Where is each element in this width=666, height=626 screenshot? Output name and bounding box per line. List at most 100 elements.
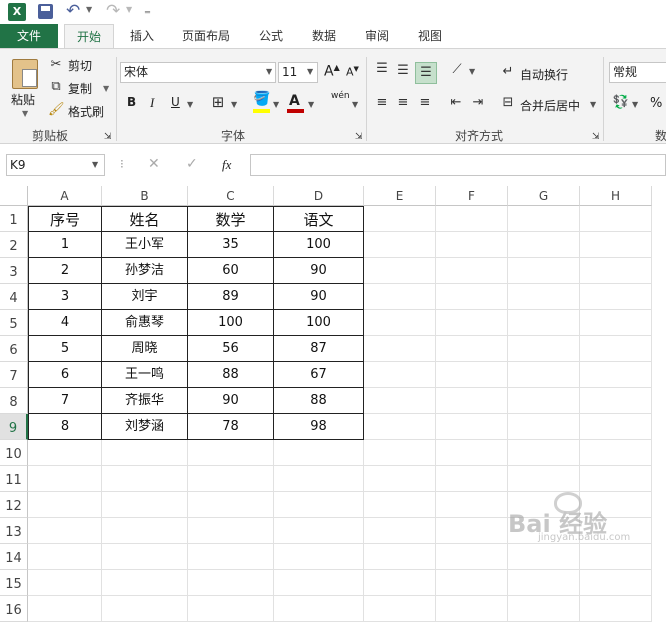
decrease-indent-icon[interactable]: ⇤ <box>448 95 464 111</box>
table-cell[interactable]: 俞惠琴 <box>102 310 188 336</box>
merge-center-button[interactable]: 合并后居中 <box>520 97 580 114</box>
table-cell[interactable] <box>508 544 580 570</box>
table-cell[interactable]: 齐振华 <box>102 388 188 414</box>
row-header-6[interactable]: 6 <box>0 336 28 362</box>
column-header-g[interactable]: G <box>508 186 580 206</box>
table-cell[interactable] <box>580 284 652 310</box>
table-cell[interactable]: 100 <box>188 310 274 336</box>
table-header-cell[interactable]: 姓名 <box>102 206 188 232</box>
table-cell[interactable] <box>274 544 364 570</box>
table-cell[interactable] <box>580 258 652 284</box>
font-name-dropdown-icon[interactable]: ▼ <box>266 67 272 76</box>
copy-dropdown-icon[interactable]: ▼ <box>103 84 109 93</box>
align-middle-icon[interactable]: ☰ <box>395 63 411 79</box>
table-cell[interactable] <box>580 232 652 258</box>
table-cell[interactable] <box>436 466 508 492</box>
table-cell[interactable] <box>102 492 188 518</box>
clipboard-launcher-icon[interactable]: ⇲ <box>104 129 112 145</box>
cut-button[interactable]: 剪切 <box>68 57 92 74</box>
table-cell[interactable] <box>364 388 436 414</box>
table-cell[interactable] <box>28 544 102 570</box>
italic-button[interactable]: I <box>150 95 154 111</box>
accounting-dropdown-icon[interactable]: ▼ <box>632 100 638 109</box>
table-cell[interactable] <box>274 492 364 518</box>
table-cell[interactable]: 88 <box>188 362 274 388</box>
table-cell[interactable] <box>28 570 102 596</box>
table-cell[interactable] <box>102 518 188 544</box>
table-cell[interactable]: 4 <box>28 310 102 336</box>
table-cell[interactable] <box>436 362 508 388</box>
table-cell[interactable] <box>436 232 508 258</box>
undo-icon[interactable]: ↶ <box>66 1 80 21</box>
table-cell[interactable] <box>102 544 188 570</box>
table-cell[interactable] <box>508 570 580 596</box>
table-cell[interactable] <box>436 570 508 596</box>
table-cell[interactable] <box>102 596 188 622</box>
table-cell[interactable] <box>508 258 580 284</box>
table-cell[interactable]: 5 <box>28 336 102 362</box>
table-cell[interactable] <box>364 544 436 570</box>
orientation-dropdown-icon[interactable]: ▼ <box>469 67 475 76</box>
table-cell[interactable] <box>28 596 102 622</box>
tab-data[interactable]: 数据 <box>303 24 345 48</box>
table-cell[interactable] <box>364 440 436 466</box>
underline-button[interactable]: U <box>171 95 180 109</box>
copy-button[interactable]: 复制 <box>68 80 92 97</box>
align-bottom-icon[interactable]: ☰ <box>415 62 437 84</box>
table-cell[interactable] <box>274 596 364 622</box>
table-cell[interactable] <box>188 440 274 466</box>
table-cell[interactable]: 88 <box>274 388 364 414</box>
column-header-h[interactable]: H <box>580 186 652 206</box>
worksheet-grid[interactable]: ABCDEFGH 1 2 3 4 5 6 7 8 9 10 11 12 13 14 15 16 序号 姓名 数学语… <box>0 186 666 622</box>
table-cell[interactable] <box>508 206 580 232</box>
table-cell[interactable] <box>436 310 508 336</box>
table-cell[interactable] <box>102 466 188 492</box>
table-cell[interactable]: 孙梦洁 <box>102 258 188 284</box>
table-cell[interactable] <box>580 570 652 596</box>
column-header-e[interactable]: E <box>364 186 436 206</box>
table-cell[interactable] <box>364 310 436 336</box>
grow-font-button[interactable]: A▲ <box>324 63 340 80</box>
table-cell[interactable] <box>508 310 580 336</box>
table-cell[interactable] <box>580 310 652 336</box>
alignment-launcher-icon[interactable]: ⇲ <box>592 129 600 145</box>
border-dropdown-icon[interactable]: ▼ <box>231 100 237 109</box>
row-header-2[interactable]: 2 <box>0 232 28 258</box>
table-cell[interactable] <box>188 544 274 570</box>
table-cell[interactable] <box>28 440 102 466</box>
font-size-dropdown-icon[interactable]: ▼ <box>307 67 313 76</box>
align-left-icon[interactable]: ≡ <box>374 95 390 111</box>
row-header-3[interactable]: 3 <box>0 258 28 284</box>
underline-dropdown-icon[interactable]: ▼ <box>187 100 193 109</box>
undo-dropdown-icon[interactable]: ▼ <box>86 5 92 14</box>
table-cell[interactable] <box>508 596 580 622</box>
table-cell[interactable] <box>28 466 102 492</box>
insert-function-button[interactable]: fx <box>222 157 231 173</box>
column-header-d[interactable]: D <box>274 186 364 206</box>
row-header-1[interactable]: 1 <box>0 206 28 232</box>
table-cell[interactable] <box>580 388 652 414</box>
tab-file[interactable]: 文件 <box>0 24 58 48</box>
tab-home[interactable]: 开始 <box>64 24 114 48</box>
table-cell[interactable] <box>188 518 274 544</box>
table-cell[interactable]: 3 <box>28 284 102 310</box>
formula-input[interactable] <box>250 154 666 176</box>
table-cell[interactable]: 周晓 <box>102 336 188 362</box>
table-cell[interactable] <box>188 466 274 492</box>
table-cell[interactable]: 100 <box>274 232 364 258</box>
table-cell[interactable] <box>274 466 364 492</box>
table-cell[interactable]: 6 <box>28 362 102 388</box>
table-cell[interactable]: 8 <box>28 414 102 440</box>
table-cell[interactable] <box>364 284 436 310</box>
accounting-format-icon[interactable]: 💱 <box>612 95 630 111</box>
column-header-b[interactable]: B <box>102 186 188 206</box>
name-box-dropdown-icon[interactable]: ▼ <box>92 160 98 169</box>
table-cell[interactable] <box>508 336 580 362</box>
table-cell[interactable] <box>436 544 508 570</box>
table-cell[interactable] <box>508 414 580 440</box>
font-color-icon[interactable]: A <box>289 93 300 109</box>
table-cell[interactable] <box>436 284 508 310</box>
font-name-select[interactable]: 宋体 <box>120 62 276 83</box>
table-cell[interactable] <box>436 596 508 622</box>
format-painter-button[interactable]: 格式刷 <box>68 103 104 120</box>
